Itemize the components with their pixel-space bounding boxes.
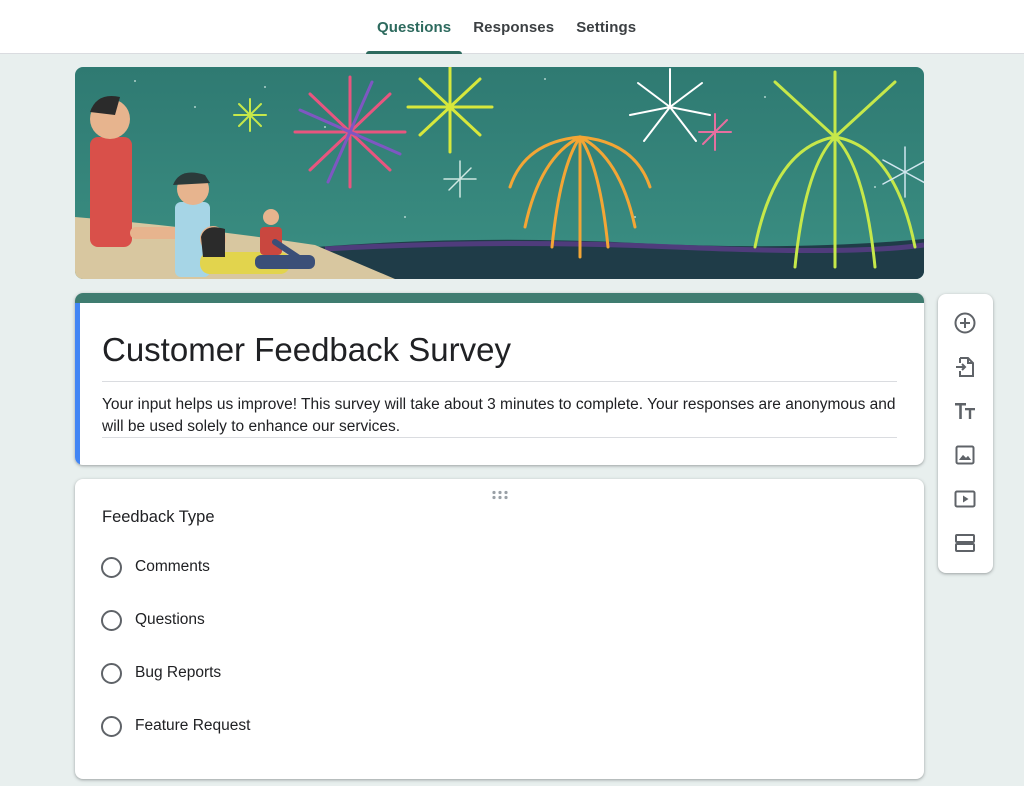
theme-color-bar [75, 293, 924, 303]
title-underline [102, 381, 897, 382]
drag-handle-icon[interactable] [491, 487, 509, 500]
radio-button[interactable] [101, 556, 122, 578]
question-card[interactable]: Feedback Type Comments Questions Bug Rep… [75, 479, 924, 779]
tab-bar: Questions Responses Settings [366, 0, 647, 54]
tab-responses[interactable]: Responses [462, 0, 565, 54]
option-label: Comments [135, 558, 210, 575]
focus-indicator [75, 303, 80, 465]
tab-questions[interactable]: Questions [366, 0, 463, 54]
header-banner-image [75, 67, 924, 279]
add-section-icon[interactable] [952, 530, 978, 556]
option-questions[interactable]: Questions [101, 608, 205, 632]
form-title-card: Customer Feedback Survey Your input help… [75, 293, 924, 465]
option-label: Questions [135, 611, 205, 628]
add-video-icon[interactable] [952, 486, 978, 512]
radio-button[interactable] [101, 715, 122, 737]
option-label: Bug Reports [135, 664, 222, 681]
add-question-icon[interactable] [952, 310, 978, 336]
form-description[interactable]: Your input helps us improve! This survey… [102, 394, 902, 438]
radio-button[interactable] [101, 609, 122, 631]
radio-button[interactable] [101, 662, 122, 684]
add-title-icon[interactable] [952, 398, 978, 424]
description-underline [102, 437, 897, 438]
question-title[interactable]: Feedback Type [102, 508, 215, 527]
add-image-icon[interactable] [952, 442, 978, 468]
option-feature-request[interactable]: Feature Request [101, 714, 250, 738]
import-questions-icon[interactable] [952, 354, 978, 380]
top-bar: Questions Responses Settings [0, 0, 1024, 54]
option-bug-reports[interactable]: Bug Reports [101, 661, 221, 685]
form-title[interactable]: Customer Feedback Survey [102, 331, 511, 369]
side-toolbar [938, 294, 993, 573]
option-comments[interactable]: Comments [101, 555, 210, 579]
tab-settings[interactable]: Settings [565, 0, 647, 54]
option-label: Feature Request [135, 717, 251, 734]
